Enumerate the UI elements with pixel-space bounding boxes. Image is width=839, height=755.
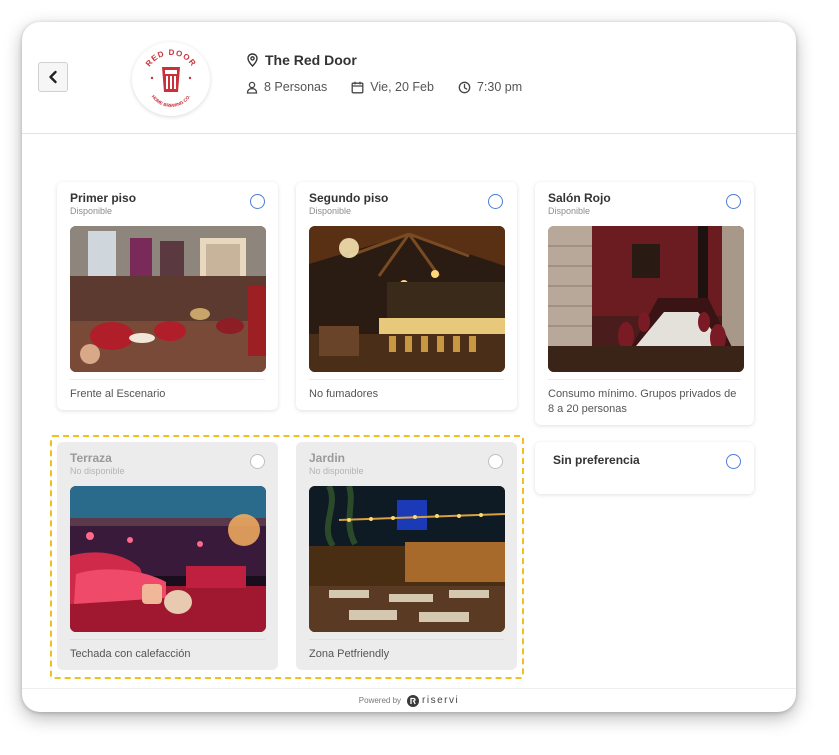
area-card-primer-piso[interactable]: Primer piso Disponible Frente al Escenar… [57, 182, 278, 410]
no-preference-title: Sin preferencia [553, 453, 640, 467]
svg-text:HOME BREWING CO.: HOME BREWING CO. [151, 94, 192, 108]
riservi-logo-icon [407, 694, 420, 707]
area-card-sin-preferencia[interactable]: Sin preferencia [535, 442, 754, 494]
area-description: Consumo mínimo. Grupos privados de 8 a 2… [548, 388, 737, 415]
reservation-time: 7:30 pm [458, 80, 522, 94]
area-title: Segundo piso [309, 191, 389, 205]
time-label: 7:30 pm [476, 80, 523, 94]
divider [548, 379, 741, 380]
logo-text-bottom: HOME BREWING CO. [151, 94, 192, 108]
svg-text:RED DOOR: RED DOOR [144, 48, 198, 68]
divider [309, 379, 504, 380]
person-icon [246, 81, 258, 94]
restaurant-name: The Red Door [265, 52, 357, 68]
chevron-left-icon [49, 70, 57, 84]
party-size: 8 Personas [246, 80, 327, 94]
area-description: No fumadores [309, 388, 379, 400]
area-card-segundo-piso[interactable]: Segundo piso Disponible No fumadores [296, 182, 517, 410]
riservi-brand-name: riservi [422, 695, 460, 706]
area-card-salon-rojo[interactable]: Salón Rojo Disponible Consumo mínimo. Gr… [535, 182, 754, 425]
area-radio[interactable] [250, 194, 265, 209]
location-pin-icon [247, 53, 258, 67]
riservi-brand[interactable]: riservi [407, 694, 460, 707]
area-photo [70, 226, 266, 372]
unavailable-areas-highlight [50, 435, 524, 679]
area-photo [548, 226, 744, 372]
logo-text-top: RED DOOR [144, 48, 197, 68]
reservation-details: 8 Personas Vie, 20 Feb 7:30 pm [246, 80, 546, 94]
area-title: Primer piso [70, 191, 137, 205]
area-photo [309, 226, 505, 372]
clock-icon [458, 81, 471, 93]
footer: Powered by riservi [22, 688, 796, 712]
restaurant-name-row: The Red Door [246, 52, 357, 68]
no-preference-radio[interactable] [726, 454, 741, 469]
area-status: Disponible [309, 206, 352, 216]
divider [70, 379, 265, 380]
header: RED DOOR HOME BREWING CO. The Red Door 8… [22, 22, 796, 134]
restaurant-logo: RED DOOR HOME BREWING CO. [132, 42, 210, 116]
party-size-label: 8 Personas [264, 80, 328, 94]
back-button[interactable] [38, 62, 68, 92]
reservation-date: Vie, 20 Feb [351, 80, 434, 94]
area-title: Salón Rojo [548, 191, 611, 205]
area-radio[interactable] [488, 194, 503, 209]
area-status: Disponible [548, 206, 591, 216]
area-radio[interactable] [726, 194, 741, 209]
area-description: Frente al Escenario [70, 388, 166, 400]
area-status: Disponible [70, 206, 113, 216]
calendar-icon [351, 81, 364, 93]
powered-by-label: Powered by [358, 696, 402, 705]
date-label: Vie, 20 Feb [370, 80, 434, 94]
